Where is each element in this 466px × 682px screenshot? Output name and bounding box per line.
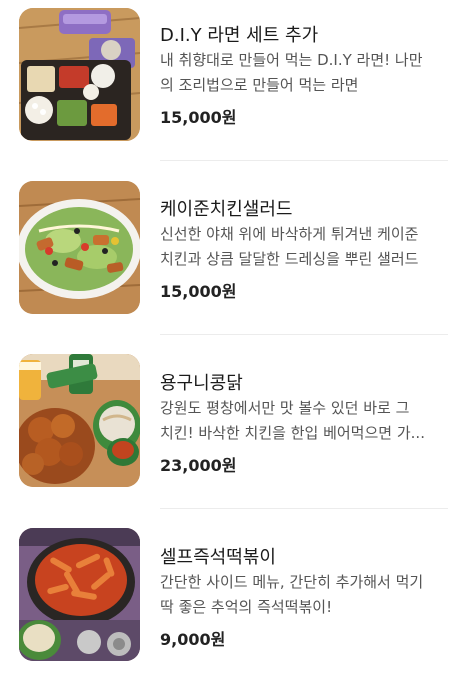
- menu-item-thumbnail[interactable]: [19, 354, 140, 487]
- menu-item-title: 케이준치킨샐러드: [160, 199, 293, 220]
- cajun-salad-photo: [19, 181, 140, 314]
- description-line: 딱 좋은 추억의 즉석떡볶이!: [160, 598, 333, 616]
- menu-item-price: 15,000원: [160, 282, 237, 301]
- description-line: 강원도 평창에서만 맛 볼수 있던 바로 그: [160, 399, 410, 417]
- menu-list: D.I.Y 라면 세트 추가 내 취향대로 만들어 먹는 D.I.Y 라면! 나…: [0, 0, 466, 679]
- menu-item-description: 강원도 평창에서만 맛 볼수 있던 바로 그 치킨! 바삭한 치킨을 한입 베어…: [160, 396, 450, 446]
- diy-ramen-photo: [19, 8, 140, 141]
- menu-item-price: 9,000원: [160, 630, 226, 649]
- menu-item-diy-ramen[interactable]: D.I.Y 라면 세트 추가 내 취향대로 만들어 먹는 D.I.Y 라면! 나…: [0, 0, 466, 160]
- item-divider: [160, 160, 448, 161]
- menu-item-self-tteokbokki[interactable]: 셀프즉석떡볶이 간단한 사이드 메뉴, 간단히 추가해서 먹기 딱 좋은 추억의…: [0, 522, 466, 682]
- menu-item-title: D.I.Y 라면 세트 추가: [160, 25, 319, 46]
- menu-item-title: 셀프즉석떡볶이: [160, 547, 276, 568]
- menu-item-cajun-chicken-salad[interactable]: 케이준치킨샐러드 신선한 야채 위에 바삭하게 튀겨낸 케이준 치킨과 상큼 달…: [0, 174, 466, 334]
- description-line: 신선한 야채 위에 바삭하게 튀겨낸 케이준: [160, 225, 419, 243]
- menu-item-thumbnail[interactable]: [19, 8, 140, 141]
- menu-item-thumbnail[interactable]: [19, 181, 140, 314]
- menu-item-title: 용구니콩닭: [160, 373, 243, 394]
- menu-item-description: 신선한 야채 위에 바삭하게 튀겨낸 케이준 치킨과 상큼 달달한 드레싱을 뿌…: [160, 222, 450, 272]
- description-line: 간단한 사이드 메뉴, 간단히 추가해서 먹기: [160, 573, 424, 591]
- menu-item-price: 23,000원: [160, 456, 237, 475]
- menu-item-description: 간단한 사이드 메뉴, 간단히 추가해서 먹기 딱 좋은 추억의 즉석떡볶이!: [160, 570, 450, 620]
- description-line: 치킨과 상큼 달달한 드레싱을 뿌린 샐러드: [160, 250, 419, 268]
- description-line: 치킨! 바삭한 치킨을 한입 베어먹으면 가...: [160, 424, 425, 442]
- menu-item-description: 내 취향대로 만들어 먹는 D.I.Y 라면! 나만 의 조리법으로 만들어 먹…: [160, 48, 450, 98]
- menu-item-thumbnail[interactable]: [19, 528, 140, 661]
- item-divider: [160, 508, 448, 509]
- tteokbokki-photo: [19, 528, 140, 661]
- fried-chicken-photo: [19, 354, 140, 487]
- description-line: 의 조리법으로 만들어 먹는 라면: [160, 76, 359, 94]
- description-line: 내 취향대로 만들어 먹는 D.I.Y 라면! 나만: [160, 51, 423, 69]
- item-divider: [160, 334, 448, 335]
- menu-item-yonggunikongdak[interactable]: 용구니콩닭 강원도 평창에서만 맛 볼수 있던 바로 그 치킨! 바삭한 치킨을…: [0, 348, 466, 508]
- menu-item-price: 15,000원: [160, 108, 237, 127]
